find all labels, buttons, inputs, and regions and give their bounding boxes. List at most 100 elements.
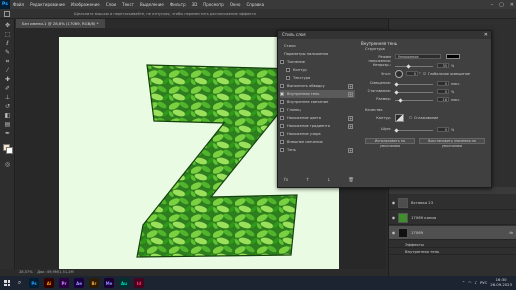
menu-filter[interactable]: Фильтр <box>167 2 189 7</box>
photoshop-taskbar-icon[interactable]: Ps <box>29 278 39 288</box>
menu-3d[interactable]: 3D <box>189 2 201 7</box>
anti-alias-checkbox[interactable]: ☐ <box>409 116 412 120</box>
checkbox[interactable] <box>280 84 284 88</box>
illustrator-taskbar-icon[interactable]: Ai <box>44 278 54 288</box>
opacity-slider-handle[interactable] <box>406 64 411 69</box>
stamp-tool-icon[interactable]: ⊥ <box>3 94 12 101</box>
size-slider-handle[interactable] <box>398 98 403 103</box>
add-plus-icon[interactable]: + <box>348 147 353 153</box>
menu-image[interactable]: Изображение <box>68 2 103 7</box>
gradient-overlay-item[interactable]: Наложение градиента + <box>280 122 355 130</box>
indesign-taskbar-icon[interactable]: Id <box>134 278 144 288</box>
maximize-icon[interactable]: ▢ <box>499 2 504 8</box>
blending-options-item[interactable]: Параметры наложения <box>280 50 355 58</box>
checkbox[interactable] <box>280 124 284 128</box>
noise-input[interactable]: 0 <box>437 127 449 132</box>
noise-slider[interactable] <box>395 130 433 131</box>
pen-tool-icon[interactable]: ✒ <box>3 130 12 137</box>
quick-select-tool-icon[interactable]: ✎ <box>3 49 12 56</box>
marquee-tool-icon[interactable]: ⬚ <box>3 31 12 38</box>
opacity-input[interactable]: 35 <box>437 63 449 68</box>
menu-type[interactable]: Текст <box>119 2 137 7</box>
angle-input[interactable]: 0 <box>406 71 418 76</box>
close-icon[interactable]: ✕ <box>510 2 514 8</box>
add-plus-icon[interactable]: + <box>348 115 353 121</box>
visibility-eye-icon[interactable]: ◉ <box>389 215 398 220</box>
contour-item[interactable]: Контур <box>280 66 355 74</box>
close-icon[interactable]: ✕ <box>484 31 488 39</box>
distance-input[interactable]: 0 <box>437 81 449 86</box>
noise-slider-handle[interactable] <box>394 128 399 133</box>
windows-start-icon[interactable] <box>2 278 12 288</box>
checkbox[interactable] <box>280 100 284 104</box>
history-brush-tool-icon[interactable]: ↺ <box>3 103 12 110</box>
volume-icon[interactable]: ♪ <box>475 280 477 285</box>
language-indicator[interactable]: РУС <box>480 280 487 285</box>
checkbox[interactable] <box>280 148 284 152</box>
pattern-overlay-item[interactable]: Наложение узора <box>280 130 355 138</box>
gradient-tool-icon[interactable]: ▤ <box>3 121 12 128</box>
color-overlay-item[interactable]: Наложение цвета + <box>280 114 355 122</box>
satin-item[interactable]: Глянец <box>280 106 355 114</box>
menu-help[interactable]: Справка <box>243 2 267 7</box>
layer-effects-row[interactable]: Эффекты <box>389 241 516 248</box>
styles-item[interactable]: Стили <box>280 42 355 50</box>
reset-default-button[interactable]: Восстановить значения по умолчанию <box>419 138 485 148</box>
search-icon[interactable]: ⌕ <box>15 279 24 288</box>
drop-shadow-item[interactable]: Тень + <box>280 146 355 154</box>
opacity-slider[interactable] <box>395 66 433 67</box>
add-plus-icon[interactable]: + <box>348 91 353 97</box>
layer-fx-badge[interactable]: fx <box>509 230 513 235</box>
healing-brush-tool-icon[interactable]: ✚ <box>3 76 12 83</box>
document-tab[interactable]: Без имени-1 @ 28,6% (17069, RGB/8) * <box>16 19 105 28</box>
choke-slider-handle[interactable] <box>394 90 399 95</box>
dialog-title-bar[interactable]: Стиль слоя ✕ <box>278 31 491 39</box>
checkbox[interactable] <box>286 68 290 72</box>
network-icon[interactable]: ◠ <box>468 280 471 285</box>
bevel-emboss-item[interactable]: Тиснение <box>280 58 355 66</box>
size-input[interactable]: 16 <box>437 97 449 102</box>
checkbox[interactable] <box>286 76 290 80</box>
minimize-icon[interactable]: – <box>491 2 494 8</box>
menu-view[interactable]: Просмотр <box>200 2 227 7</box>
angle-dial[interactable] <box>395 70 403 78</box>
media-encoder-taskbar-icon[interactable]: Me <box>104 278 114 288</box>
checkbox[interactable] <box>280 140 284 144</box>
bridge-taskbar-icon[interactable]: Br <box>89 278 99 288</box>
zoom-level[interactable]: 28,57% <box>19 270 33 274</box>
choke-input[interactable]: 0 <box>437 89 449 94</box>
menu-window[interactable]: Окно <box>227 2 244 7</box>
shadow-color-swatch[interactable] <box>446 54 460 59</box>
checkbox[interactable] <box>280 132 284 136</box>
checkbox[interactable] <box>280 116 284 120</box>
layer-row[interactable]: ◉ 17069 копия <box>389 211 516 225</box>
stroke-item[interactable]: Выполнить обводку + <box>280 82 355 90</box>
layer-row[interactable]: ◉ Вставка 23 <box>389 196 516 210</box>
inner-glow-item[interactable]: Внутреннее свечение <box>280 98 355 106</box>
checkbox[interactable] <box>280 108 284 112</box>
menu-layers[interactable]: Слои <box>103 2 119 7</box>
add-plus-icon[interactable]: + <box>348 123 353 129</box>
distance-slider[interactable] <box>395 84 433 85</box>
lasso-tool-icon[interactable]: ℓ <box>3 40 12 47</box>
trash-icon[interactable]: 🗑 <box>348 178 354 183</box>
premiere-taskbar-icon[interactable]: Pr <box>59 278 69 288</box>
after-effects-taskbar-icon[interactable]: Ae <box>74 278 84 288</box>
fx-icon[interactable]: fx <box>284 178 288 183</box>
crop-tool-icon[interactable]: ⌗ <box>3 58 12 65</box>
make-default-button[interactable]: Использовать по умолчанию <box>365 138 415 148</box>
global-light-checkbox[interactable]: ☑ <box>423 72 426 76</box>
clock[interactable]: 16:30 26.09.2023 <box>490 277 512 287</box>
menu-edit[interactable]: Редактирование <box>27 2 68 7</box>
visibility-eye-icon[interactable]: ◉ <box>389 230 398 235</box>
blend-mode-select[interactable]: Умножение <box>395 54 441 59</box>
audition-taskbar-icon[interactable]: Au <box>119 278 129 288</box>
add-plus-icon[interactable]: + <box>348 83 353 89</box>
move-tool-icon[interactable]: ✥ <box>3 22 12 29</box>
eyedropper-tool-icon[interactable]: ⁄ <box>3 67 12 74</box>
checkbox[interactable] <box>280 60 284 64</box>
distance-slider-handle[interactable] <box>394 82 399 87</box>
checkbox-checked[interactable] <box>280 92 284 96</box>
layer-effect-item[interactable]: Внутренняя тень <box>389 248 516 255</box>
eraser-tool-icon[interactable]: ◧ <box>3 112 12 119</box>
